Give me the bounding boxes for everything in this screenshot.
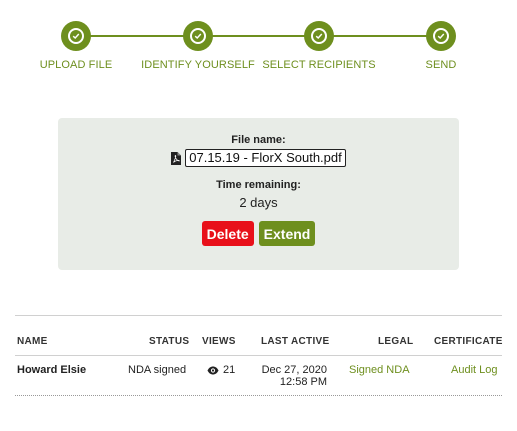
check-icon [68, 28, 84, 44]
file-row: 07.15.19 - FlorX South.pdf [58, 149, 459, 167]
check-icon [433, 28, 449, 44]
table-header-divider [15, 355, 502, 356]
column-header-legal: LEGAL [378, 336, 414, 347]
step-label-send: SEND [425, 59, 457, 71]
step-identify-yourself-indicator [183, 21, 213, 51]
column-header-views: VIEWS [202, 336, 236, 347]
recipient-last-active: Dec 27, 2020 12:58 PM [243, 364, 327, 388]
extend-button[interactable]: Extend [258, 221, 316, 246]
recipient-status: NDA signed [128, 364, 187, 376]
recipient-views-count: 21 [223, 364, 236, 376]
check-icon [190, 28, 206, 44]
step-upload-file-indicator [61, 21, 91, 51]
recipient-views: 21 [207, 364, 235, 376]
step-label-identify-yourself: IDENTIFY YOURSELF [141, 59, 255, 71]
step-select-recipients-indicator [304, 21, 334, 51]
time-remaining-label: Time remaining: [216, 179, 301, 191]
column-header-status: STATUS [149, 336, 190, 347]
recipient-name: Howard Elsie [17, 364, 87, 376]
table-top-divider [15, 315, 502, 316]
recipient-last-active-time: 12:58 PM [279, 376, 327, 388]
table-row-divider [15, 395, 502, 396]
time-remaining-value: 2 days [239, 195, 278, 210]
file-card: File name: 07.15.19 - FlorX South.pdf Ti… [58, 118, 459, 270]
recipient-last-active-date: Dec 27, 2020 [261, 364, 327, 376]
stepper-connector-line [76, 35, 441, 37]
file-name-value: 07.15.19 - FlorX South.pdf [185, 149, 346, 167]
column-header-name: NAME [17, 336, 48, 347]
step-send-indicator [426, 21, 456, 51]
eye-icon [207, 366, 219, 375]
pdf-file-icon [171, 151, 182, 165]
step-label-select-recipients: SELECT RECIPIENTS [262, 59, 376, 71]
file-actions: Delete Extend [58, 221, 459, 246]
column-header-certificate: CERTIFICATE [434, 336, 503, 347]
signed-nda-link[interactable]: Signed NDA [349, 364, 410, 376]
file-name-label: File name: [231, 134, 286, 146]
delete-button[interactable]: Delete [201, 221, 254, 246]
progress-stepper: UPLOAD FILE IDENTIFY YOURSELF SELECT REC… [0, 0, 517, 80]
step-label-upload-file: UPLOAD FILE [39, 59, 113, 71]
audit-log-link[interactable]: Audit Log [451, 364, 497, 376]
column-header-last-active: LAST ACTIVE [261, 336, 330, 347]
check-icon [311, 28, 327, 44]
